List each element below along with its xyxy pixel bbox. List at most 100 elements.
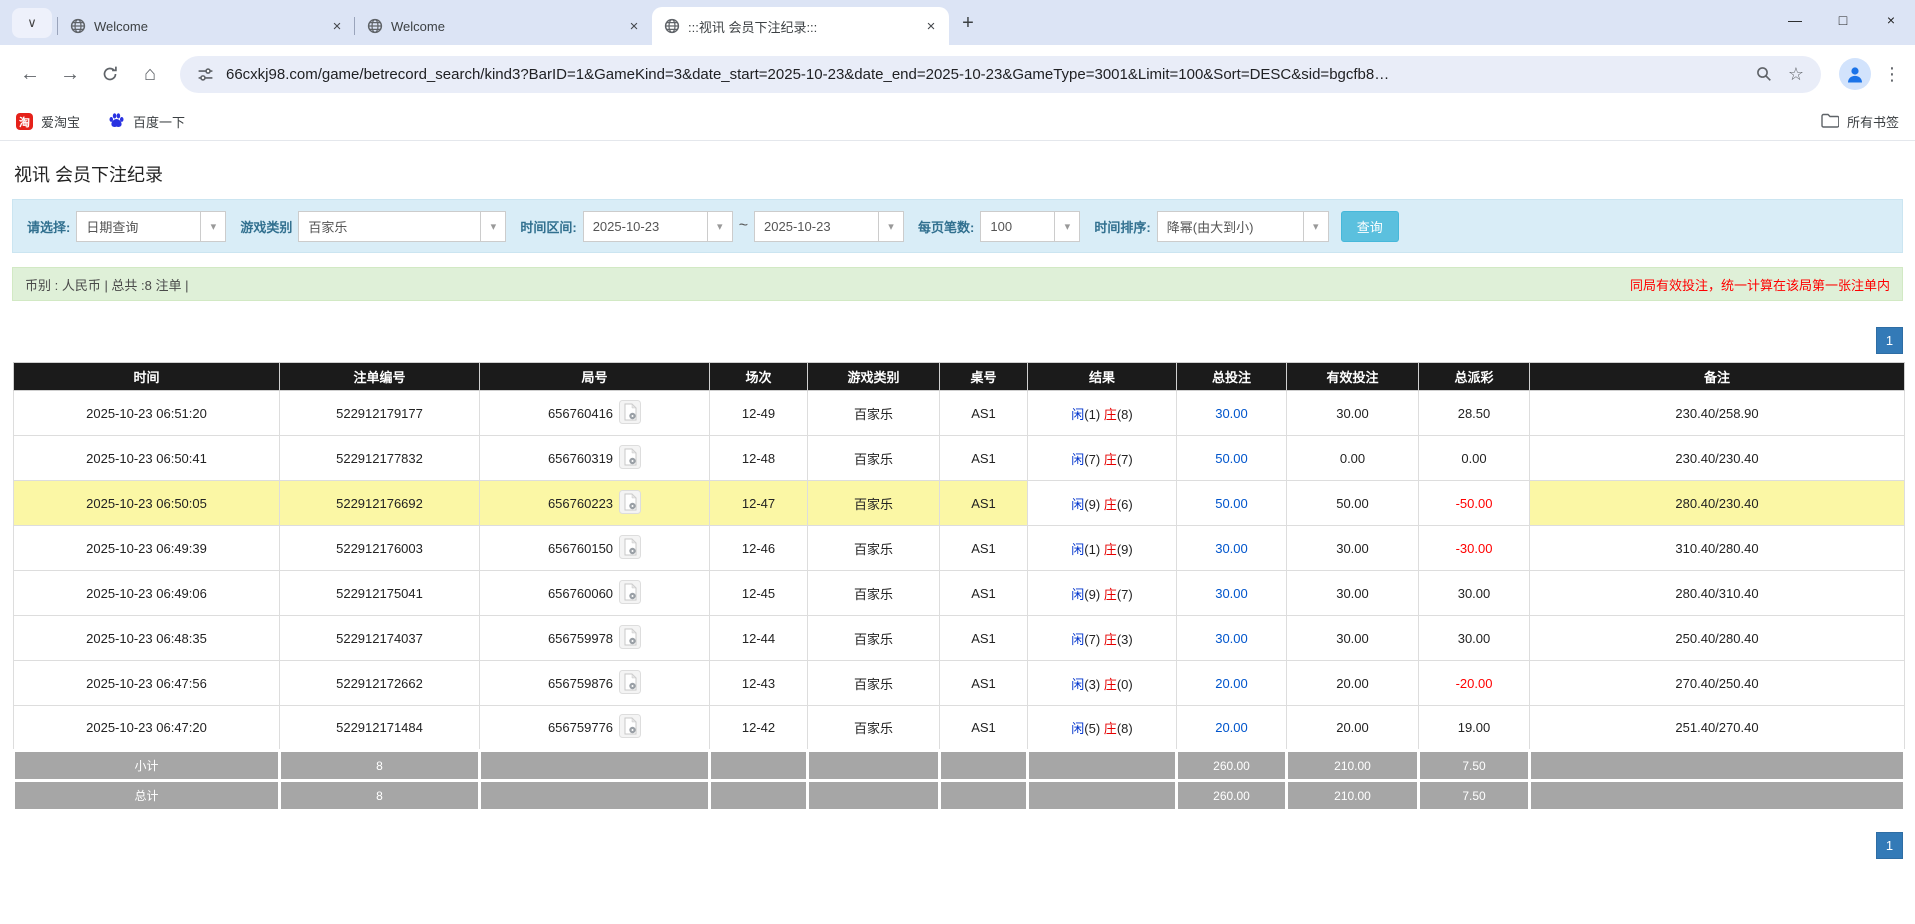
- maximize-button[interactable]: □: [1819, 0, 1867, 40]
- address-bar[interactable]: 66cxkj98.com/game/betrecord_search/kind3…: [180, 55, 1821, 93]
- cell-round-id: 656760150: [479, 525, 710, 571]
- browser-menu-icon[interactable]: ⋮: [1881, 64, 1903, 85]
- cell-valid-bet: 20.00: [1286, 660, 1419, 706]
- video-record-icon[interactable]: [619, 399, 642, 427]
- new-tab-button[interactable]: +: [953, 8, 983, 38]
- game-type-label: 游戏类别: [240, 219, 293, 235]
- footer-empty: [708, 749, 809, 782]
- cell-result: 闲(1) 庄(9): [1027, 525, 1177, 571]
- cell-table-no: AS1: [939, 480, 1028, 526]
- footer-valid-bet: 210.00: [1285, 779, 1420, 812]
- close-tab-icon[interactable]: ×: [921, 16, 941, 36]
- page-1-button[interactable]: 1: [1876, 327, 1903, 354]
- date-start-select[interactable]: 2025-10-23 ▾: [582, 210, 733, 242]
- cell-bet-id: 522912174037: [279, 615, 480, 661]
- banker-result: 庄: [1103, 631, 1117, 647]
- tab-welcome-1[interactable]: Welcome ×: [57, 7, 355, 45]
- video-record-icon[interactable]: [619, 489, 642, 517]
- tilde-separator: ~: [738, 217, 749, 234]
- cell-valid-bet: 0.00: [1286, 435, 1419, 481]
- player-result: 闲: [1071, 721, 1085, 736]
- cell-session: 12-49: [709, 390, 808, 436]
- video-record-icon[interactable]: [619, 534, 642, 562]
- bookmark-label: 百度一下: [133, 115, 186, 130]
- cell-total-bet[interactable]: 50.00: [1176, 480, 1287, 526]
- cell-table-no: AS1: [939, 525, 1028, 571]
- page-1-button[interactable]: 1: [1876, 832, 1903, 859]
- back-button[interactable]: ←: [12, 56, 48, 92]
- player-result: 闲: [1071, 541, 1085, 557]
- player-score: (9): [1084, 496, 1104, 512]
- cell-valid-bet: 30.00: [1286, 615, 1419, 661]
- close-tab-icon[interactable]: ×: [327, 16, 347, 36]
- cell-result: 闲(5) 庄(8): [1027, 705, 1177, 751]
- cell-total-bet[interactable]: 30.00: [1176, 570, 1287, 616]
- date-end-value: 2025-10-23: [764, 218, 831, 234]
- cell-time: 2025-10-23 06:50:05: [13, 480, 280, 526]
- query-type-select[interactable]: 日期查询 ▾: [76, 210, 227, 242]
- home-button[interactable]: ⌂: [132, 56, 168, 92]
- forward-button[interactable]: →: [52, 56, 88, 92]
- query-type-label: 请选择:: [27, 219, 71, 235]
- cell-game-type: 百家乐: [807, 570, 940, 616]
- footer-empty: [938, 749, 1029, 782]
- close-window-button[interactable]: ×: [1867, 0, 1915, 40]
- player-score: (7): [1084, 451, 1104, 467]
- footer-empty: [708, 779, 809, 812]
- round-id-text: 656759876: [547, 675, 614, 691]
- footer-payout: 7.50: [1417, 749, 1531, 782]
- cell-session: 12-44: [709, 615, 808, 661]
- cell-game-type: 百家乐: [807, 480, 940, 526]
- footer-empty: [806, 749, 941, 782]
- video-record-icon[interactable]: [619, 714, 642, 741]
- table-row: 2025-10-23 06:47:20 522912171484 656759776…: [13, 705, 1905, 751]
- close-tab-icon[interactable]: ×: [624, 16, 644, 36]
- date-end-select[interactable]: 2025-10-23 ▾: [754, 210, 905, 242]
- pagination-top: 1: [12, 327, 1903, 354]
- footer-empty: [1026, 749, 1178, 782]
- video-record-icon[interactable]: [619, 669, 642, 697]
- video-record-icon[interactable]: [619, 444, 642, 472]
- cell-round-id: 656759978: [479, 615, 710, 661]
- banker-result: 庄: [1103, 406, 1117, 422]
- minimize-button[interactable]: —: [1771, 0, 1819, 40]
- refresh-button[interactable]: [92, 56, 128, 92]
- cell-table-no: AS1: [939, 660, 1028, 706]
- cell-time: 2025-10-23 06:50:41: [13, 435, 280, 481]
- cell-round-id: 656760060: [479, 570, 710, 616]
- site-settings-icon[interactable]: [194, 66, 216, 83]
- game-type-select[interactable]: 百家乐 ▾: [298, 210, 507, 242]
- bookmark-baidu[interactable]: 百度一下: [108, 112, 185, 132]
- cell-payout: 30.00: [1418, 615, 1530, 661]
- tab-search-button[interactable]: ∨: [12, 8, 52, 38]
- video-record-icon[interactable]: [619, 624, 642, 652]
- banker-score: (7): [1116, 451, 1133, 467]
- per-page-select[interactable]: 100 ▾: [980, 210, 1081, 242]
- search-button[interactable]: 查询: [1340, 210, 1399, 242]
- bookmark-star-icon[interactable]: ☆: [1785, 64, 1807, 85]
- cell-total-bet[interactable]: 20.00: [1176, 660, 1287, 706]
- folder-icon: [1821, 113, 1840, 131]
- tab-welcome-2[interactable]: Welcome ×: [354, 7, 652, 45]
- cell-total-bet[interactable]: 30.00: [1176, 525, 1287, 571]
- cell-total-bet[interactable]: 50.00: [1176, 435, 1287, 481]
- tab-bet-records-active[interactable]: :::视讯 会员下注纪录::: ×: [652, 7, 949, 45]
- zoom-icon[interactable]: [1753, 65, 1775, 83]
- profile-avatar[interactable]: [1839, 58, 1871, 90]
- bookmark-aitaobao[interactable]: 淘 爱淘宝: [16, 112, 80, 131]
- chevron-down-icon: ∨: [27, 15, 37, 30]
- cell-valid-bet: 30.00: [1286, 570, 1419, 616]
- currency-summary-text: 币别 : 人民币 | 总共 :8 注单 |: [25, 277, 189, 293]
- bookmarks-bar: 淘 爱淘宝 百度一下 所有书签: [0, 103, 1915, 141]
- cell-total-bet[interactable]: 20.00: [1176, 705, 1287, 751]
- footer-empty: [806, 779, 941, 812]
- sort-select[interactable]: 降幂(由大到小) ▾: [1156, 210, 1329, 242]
- all-bookmarks-button[interactable]: 所有书签: [1821, 112, 1899, 131]
- cell-total-bet[interactable]: 30.00: [1176, 390, 1287, 436]
- banker-result: 庄: [1103, 541, 1117, 557]
- round-id-text: 656760223: [547, 495, 614, 511]
- window-controls: — □ ×: [1771, 0, 1915, 40]
- cell-total-bet[interactable]: 30.00: [1176, 615, 1287, 661]
- video-record-icon[interactable]: [619, 579, 642, 607]
- banker-score: (0): [1116, 676, 1133, 692]
